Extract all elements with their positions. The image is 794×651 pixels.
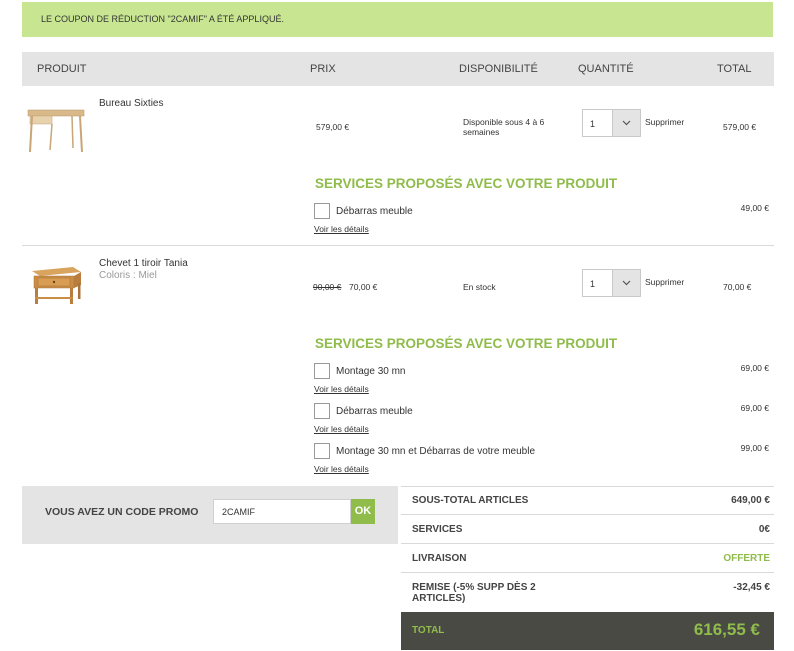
service-price: 69,00 € xyxy=(740,403,769,413)
product-line-total: 579,00 € xyxy=(723,122,757,132)
summary-delivery-row: LIVRAISON OFFERTE xyxy=(401,544,774,573)
product-color: Coloris : Miel xyxy=(99,270,157,281)
service-label: Montage 30 mn xyxy=(336,366,406,377)
subtotal-value: 649,00 € xyxy=(731,495,770,506)
service-checkbox[interactable] xyxy=(314,203,330,219)
service-details-link[interactable]: Voir les détails xyxy=(314,424,369,434)
summary-services-row: SERVICES 0€ xyxy=(401,515,774,544)
row-divider xyxy=(22,245,774,246)
col-total: TOTAL xyxy=(717,63,752,75)
services-value: 0€ xyxy=(758,524,770,535)
promo-code-input[interactable]: 2CAMIF xyxy=(213,499,351,524)
chevron-down-icon xyxy=(612,270,640,296)
product-price: 70,00 € xyxy=(349,282,378,292)
remove-item-button[interactable]: Supprimer xyxy=(645,277,684,287)
promo-code-panel: VOUS AVEZ UN CODE PROMO 2CAMIF OK xyxy=(22,486,398,544)
service-label: Débarras meuble xyxy=(336,206,413,217)
discount-label: REMISE (-5% SUPP DÈS 2 ARTICLES) xyxy=(412,582,536,604)
subtotal-label: SOUS-TOTAL ARTICLES xyxy=(412,495,529,506)
discount-value: -32,45 € xyxy=(733,582,770,593)
service-details-link[interactable]: Voir les détails xyxy=(314,224,369,234)
col-quantity: QUANTITÉ xyxy=(578,63,634,75)
service-checkbox[interactable] xyxy=(314,443,330,459)
col-availability: DISPONIBILITÉ xyxy=(459,63,538,75)
order-total-bar: TOTAL 616,55 € xyxy=(401,612,774,650)
promo-label: VOUS AVEZ UN CODE PROMO xyxy=(45,506,199,518)
service-price: 69,00 € xyxy=(740,363,769,373)
remove-item-button[interactable]: Supprimer xyxy=(645,117,684,127)
product-availability: Disponible sous 4 à 6 semaines xyxy=(463,117,545,137)
col-price: PRIX xyxy=(310,63,336,75)
service-label: Montage 30 mn et Débarras de votre meubl… xyxy=(336,446,535,457)
services-title: SERVICES PROPOSÉS AVEC VOTRE PRODUIT xyxy=(315,336,618,351)
service-price: 99,00 € xyxy=(740,443,769,453)
promo-ok-button[interactable]: OK xyxy=(351,499,375,524)
total-label: TOTAL xyxy=(412,625,445,636)
delivery-value: OFFERTE xyxy=(723,553,770,564)
cart-table-header: PRODUIT PRIX DISPONIBILITÉ QUANTITÉ TOTA… xyxy=(22,52,774,86)
delivery-label: LIVRAISON xyxy=(412,553,467,564)
promo-code-value: 2CAMIF xyxy=(222,507,256,517)
product-price: 579,00 € xyxy=(316,122,350,132)
service-details-link[interactable]: Voir les détails xyxy=(314,384,369,394)
product-name[interactable]: Bureau Sixties xyxy=(99,98,163,109)
coupon-applied-banner: LE COUPON DE RÉDUCTION "2CAMIF" A ÉTÉ AP… xyxy=(22,2,773,37)
service-details-link[interactable]: Voir les détails xyxy=(314,464,369,474)
services-title: SERVICES PROPOSÉS AVEC VOTRE PRODUIT xyxy=(315,176,618,191)
service-price: 49,00 € xyxy=(740,203,769,213)
chevron-down-icon xyxy=(612,110,640,136)
col-product: PRODUIT xyxy=(37,63,87,75)
services-label: SERVICES xyxy=(412,524,463,535)
service-label: Débarras meuble xyxy=(336,406,413,417)
quantity-value: 1 xyxy=(590,119,596,129)
quantity-select[interactable]: 1 xyxy=(582,109,641,137)
coupon-message: LE COUPON DE RÉDUCTION "2CAMIF" A ÉTÉ AP… xyxy=(41,14,284,24)
product-image-desk[interactable] xyxy=(26,104,86,156)
quantity-select[interactable]: 1 xyxy=(582,269,641,297)
total-value: 616,55 € xyxy=(693,620,760,639)
product-old-price: 90,00 € xyxy=(313,282,342,292)
quantity-value: 1 xyxy=(590,279,596,289)
product-line-total: 70,00 € xyxy=(723,282,752,292)
summary-discount-row: REMISE (-5% SUPP DÈS 2 ARTICLES) -32,45 … xyxy=(401,573,774,612)
summary-subtotal-row: SOUS-TOTAL ARTICLES 649,00 € xyxy=(401,486,774,515)
product-name[interactable]: Chevet 1 tiroir Tania xyxy=(99,258,188,269)
product-availability: En stock xyxy=(463,282,496,292)
service-checkbox[interactable] xyxy=(314,363,330,379)
product-image-nightstand[interactable] xyxy=(29,263,83,307)
service-checkbox[interactable] xyxy=(314,403,330,419)
